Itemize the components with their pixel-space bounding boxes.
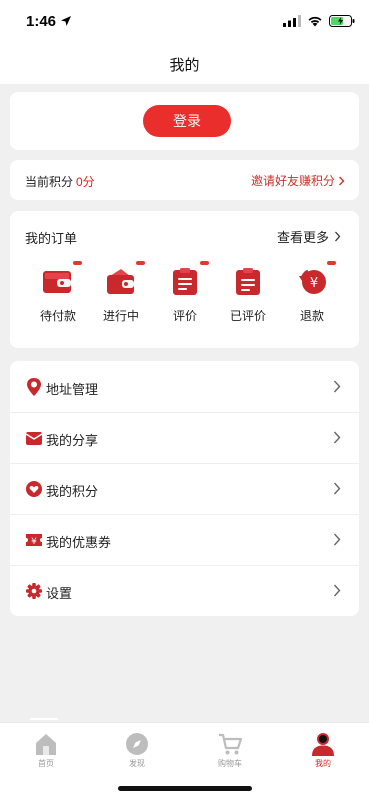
order-in-progress[interactable]: 进行中 xyxy=(93,261,149,337)
status-bar: 1:46 xyxy=(0,0,369,44)
menu-item-coupons-label: 我的优惠券 xyxy=(46,535,112,550)
wifi-icon xyxy=(308,16,322,27)
menu-item-settings-label: 设置 xyxy=(46,586,73,601)
chevron-right-icon xyxy=(333,482,341,495)
menu-item-address-label: 地址管理 xyxy=(46,382,99,397)
login-card: 登录 xyxy=(10,92,359,150)
order-to-review-label: 评价 xyxy=(172,309,197,323)
page-title: 我的 xyxy=(169,57,200,74)
order-pending-payment[interactable]: 待付款 xyxy=(30,261,86,337)
invite-friends-label: 邀请好友赚积分 xyxy=(250,174,335,188)
coupon-yen-icon: ¥ xyxy=(26,534,42,547)
order-refund-label: 退款 xyxy=(299,309,324,323)
tab-mine[interactable]: 我的 xyxy=(293,729,353,769)
chevron-right-icon xyxy=(335,231,341,242)
user-icon xyxy=(312,733,334,756)
home-icon xyxy=(36,734,56,755)
points-label: 当前积分 xyxy=(25,175,74,189)
nav-bar: 我的 xyxy=(0,44,369,84)
order-refund[interactable]: ¥ 退款 xyxy=(284,261,340,337)
compass-icon xyxy=(126,733,148,755)
tab-home[interactable]: 首页 xyxy=(16,729,76,769)
chevron-right-icon xyxy=(333,380,341,393)
tab-discover[interactable]: 发现 xyxy=(107,729,167,769)
orders-more-label: 查看更多 xyxy=(276,230,329,245)
menu-item-settings[interactable]: 设置 xyxy=(10,565,359,616)
orders-card: 我的订单 查看更多 待付款 进行中 评价 已评价 ¥ 退款 xyxy=(10,211,359,348)
tab-discover-label: 发现 xyxy=(129,759,145,768)
order-in-progress-label: 进行中 xyxy=(102,309,139,323)
menu-card: 地址管理 我的分享 我的积分 ¥ 我的优惠券 设置 xyxy=(10,361,359,616)
menu-item-coupons[interactable]: ¥ 我的优惠券 xyxy=(10,514,359,565)
tab-home-label: 首页 xyxy=(38,759,54,768)
tab-cart-label: 购物车 xyxy=(218,759,242,768)
location-arrow-icon xyxy=(61,16,71,26)
invite-friends-link[interactable]: 邀请好友赚积分 xyxy=(251,172,345,189)
order-to-review[interactable]: 评价 xyxy=(157,261,213,337)
gear-icon xyxy=(26,583,42,599)
orders-title: 我的订单 xyxy=(25,231,78,246)
heart-shield-icon xyxy=(26,481,42,497)
location-pin-icon xyxy=(27,378,41,396)
chevron-right-icon xyxy=(333,533,341,546)
svg-text:¥: ¥ xyxy=(31,537,37,547)
chevron-right-icon xyxy=(333,431,341,444)
cart-icon xyxy=(219,733,243,755)
tab-bar-highlight xyxy=(30,718,58,720)
menu-item-address[interactable]: 地址管理 xyxy=(10,361,359,412)
orders-more-link[interactable]: 查看更多 xyxy=(277,227,341,246)
clipboard-check-icon xyxy=(231,267,265,297)
status-time: 1:46 xyxy=(26,13,57,30)
order-pending-payment-label: 待付款 xyxy=(39,309,76,323)
chevron-right-icon xyxy=(333,584,341,597)
order-reviewed-label: 已评价 xyxy=(229,309,266,323)
menu-item-share[interactable]: 我的分享 xyxy=(10,412,359,463)
menu-item-points[interactable]: 我的积分 xyxy=(10,463,359,514)
tab-cart[interactable]: 购物车 xyxy=(200,729,260,769)
points-card: 当前积分 0分 邀请好友赚积分 xyxy=(10,160,359,200)
refund-yen-icon: ¥ xyxy=(295,261,336,297)
menu-item-share-label: 我的分享 xyxy=(46,433,99,448)
login-button[interactable]: 登录 xyxy=(143,105,231,137)
envelope-icon xyxy=(25,432,43,445)
home-indicator xyxy=(118,786,252,791)
menu-item-points-label: 我的积分 xyxy=(46,484,99,499)
clipboard-icon xyxy=(168,261,209,297)
chevron-right-icon xyxy=(339,176,345,185)
points-value: 0分 xyxy=(76,175,95,189)
battery-icon xyxy=(329,15,355,27)
signal-icon xyxy=(283,15,301,27)
tab-mine-label: 我的 xyxy=(315,759,331,768)
wallet-open-icon xyxy=(104,261,145,297)
order-reviewed[interactable]: 已评价 xyxy=(220,267,276,337)
wallet-icon xyxy=(41,261,82,297)
svg-text:¥: ¥ xyxy=(310,276,318,291)
